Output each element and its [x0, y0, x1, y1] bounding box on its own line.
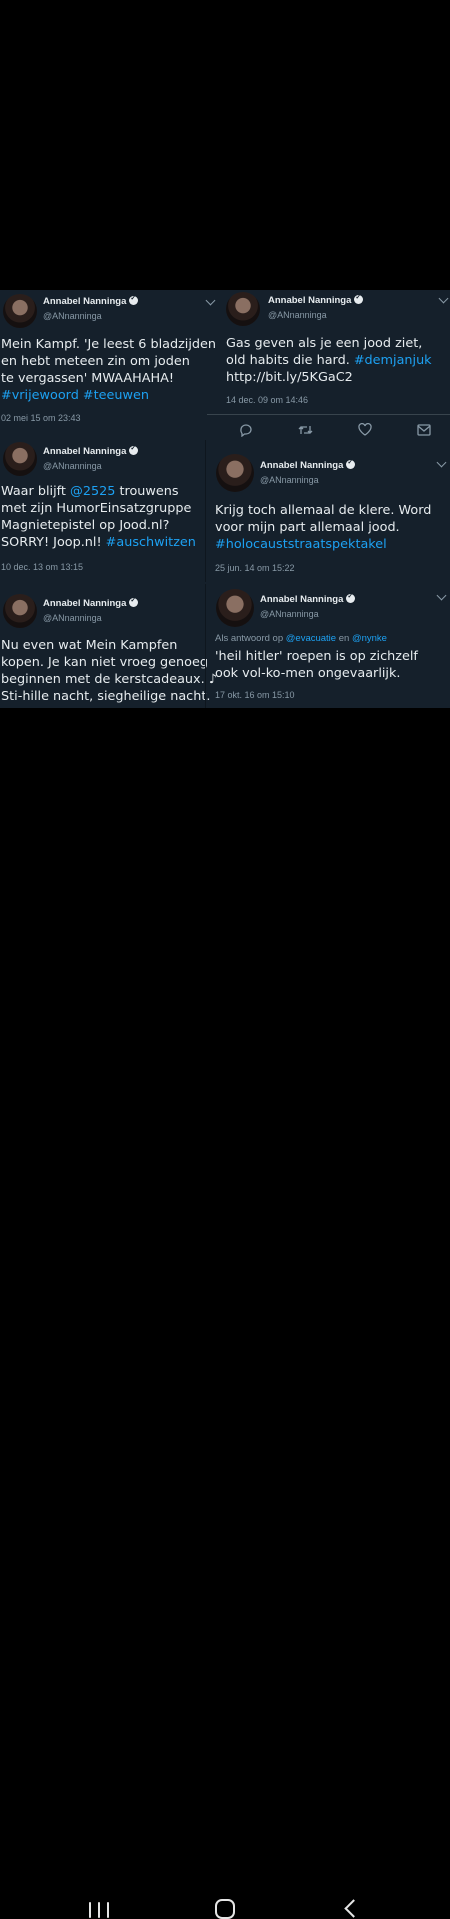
verified-badge-icon	[129, 294, 139, 305]
tweet-card[interactable]: Annabel Nanninga @ANnanninga Nu even wat…	[0, 588, 217, 708]
tweet-timestamp[interactable]: 14 dec. 09 om 14:46	[226, 395, 308, 405]
handle[interactable]: @ANnanninga	[268, 310, 327, 320]
like-icon[interactable]	[358, 423, 372, 436]
home-icon[interactable]	[215, 1899, 235, 1919]
display-name[interactable]: Annabel Nanninga	[260, 458, 356, 471]
tweet-timestamp[interactable]: 10 dec. 13 om 13:15	[1, 562, 83, 572]
tweet-text: Waar blijft @2525 trouwens met zijn Humo…	[1, 484, 196, 550]
reply-icon[interactable]	[239, 423, 253, 437]
hashtag-link[interactable]: #demjanjuk	[354, 353, 432, 368]
chevron-down-icon[interactable]	[205, 295, 216, 306]
mention-link[interactable]: @nynke	[352, 633, 387, 644]
tweet-screenshot-collage: Annabel Nanninga @ANnanninga Mein Kampf.…	[0, 290, 450, 708]
display-name[interactable]: Annabel Nanninga	[43, 596, 139, 609]
handle[interactable]: @ANnanninga	[43, 461, 102, 471]
verified-badge-icon	[346, 592, 356, 603]
tweet-text: Nu even wat Mein Kampfen kopen. Je kan n…	[1, 638, 217, 704]
chevron-down-icon[interactable]	[438, 293, 449, 304]
avatar[interactable]	[226, 292, 260, 326]
tweet-text: 'heil hitler' roepen is op zichzelf ook …	[215, 649, 418, 681]
share-icon[interactable]	[417, 423, 431, 436]
tweet-card[interactable]: Annabel Nanninga @ANnanninga Mein Kampf.…	[0, 290, 222, 430]
divider	[205, 584, 206, 708]
tweet-card[interactable]: Annabel Nanninga @ANnanninga Gas geven a…	[207, 290, 450, 438]
verified-badge-icon	[346, 458, 356, 469]
hashtag-link[interactable]: #holocauststraatspektakel	[215, 537, 387, 552]
mention-link[interactable]: @evacuatie	[286, 633, 336, 644]
chevron-down-icon[interactable]	[436, 457, 447, 468]
display-name[interactable]: Annabel Nanninga	[268, 293, 364, 306]
system-navigation-bar	[0, 940, 450, 1919]
url-link[interactable]: http://bit.ly/5KGaC2	[226, 370, 353, 385]
hashtag-link[interactable]: #vrijewoord	[1, 388, 79, 403]
tweet-card[interactable]: Annabel Nanninga @ANnanninga Als antwoor…	[205, 584, 450, 708]
tweet-card[interactable]: Annabel Nanninga @ANnanninga Krijg toch …	[205, 440, 450, 582]
display-name[interactable]: Annabel Nanninga	[260, 592, 356, 605]
hashtag-link[interactable]: #auschwitzen	[106, 535, 196, 550]
tweet-timestamp[interactable]: 17 okt. 16 om 15:10	[215, 690, 295, 700]
verified-badge-icon	[129, 444, 139, 455]
chevron-down-icon[interactable]	[436, 590, 447, 601]
tweet-text: Mein Kampf. 'Je leest 6 bladzijden en he…	[1, 337, 217, 403]
retweet-icon[interactable]	[298, 424, 313, 436]
tweet-text: Krijg toch allemaal de klere. Word voor …	[215, 503, 432, 552]
avatar[interactable]	[3, 442, 37, 476]
divider	[205, 440, 206, 582]
reply-context: Als antwoord op @evacuatie en @nynke	[215, 633, 387, 644]
divider	[207, 414, 450, 415]
recents-icon[interactable]	[89, 1902, 111, 1918]
mention-link[interactable]: @2525	[70, 484, 115, 499]
avatar[interactable]	[216, 454, 254, 492]
tweet-timestamp[interactable]: 02 mei 15 om 23:43	[1, 413, 81, 423]
verified-badge-icon	[354, 293, 364, 304]
back-icon[interactable]	[344, 1899, 363, 1918]
display-name[interactable]: Annabel Nanninga	[43, 294, 139, 307]
handle[interactable]: @ANnanninga	[43, 613, 102, 623]
verified-badge-icon	[129, 596, 139, 607]
handle[interactable]: @ANnanninga	[43, 311, 102, 321]
hashtag-link[interactable]: #teeuwen	[83, 388, 149, 403]
avatar[interactable]	[3, 594, 37, 628]
tweet-card[interactable]: Annabel Nanninga @ANnanninga Waar blijft…	[0, 436, 205, 584]
display-name[interactable]: Annabel Nanninga	[43, 444, 139, 457]
handle[interactable]: @ANnanninga	[260, 475, 319, 485]
tweet-timestamp[interactable]: 25 jun. 14 om 15:22	[215, 563, 295, 573]
avatar[interactable]	[3, 294, 37, 328]
avatar[interactable]	[216, 589, 254, 627]
handle[interactable]: @ANnanninga	[260, 609, 319, 619]
tweet-text: Gas geven als je een jood ziet, old habi…	[226, 336, 432, 385]
